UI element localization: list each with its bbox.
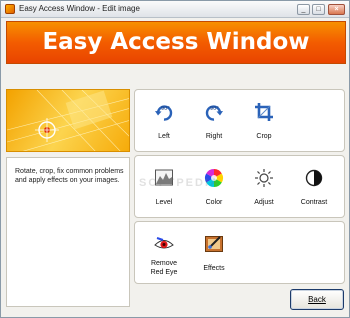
crop-icon (255, 103, 273, 121)
rotate-left-badge: 90° (161, 106, 170, 112)
edit-image-window: Easy Access Window - Edit image _ □ × Ea… (0, 0, 350, 318)
back-button[interactable]: Back (290, 289, 344, 310)
remove-red-eye-label-line1: Remove (150, 260, 178, 267)
effects-label: Effects (203, 265, 225, 272)
title-bar[interactable]: Easy Access Window - Edit image _ □ × (1, 1, 349, 18)
rotate-right-icon: 90° (205, 105, 223, 121)
window-title: Easy Access Window - Edit image (19, 4, 140, 13)
rotate-right-button[interactable]: 90° Right (191, 96, 237, 146)
maximize-button[interactable]: □ (312, 4, 325, 15)
rotate-right-badge: 90° (210, 106, 219, 112)
watermark-text: SOFTPEDIA (139, 177, 220, 189)
crop-label: Crop (256, 133, 272, 140)
contrast-button[interactable]: Contrast (291, 162, 337, 212)
level-label: Level (155, 199, 173, 206)
rotate-left-button[interactable]: 90° Left (141, 96, 187, 146)
effects-brush-icon (205, 236, 223, 252)
contrast-icon (305, 169, 323, 187)
minimize-button[interactable]: _ (297, 4, 310, 15)
banner-title: Easy Access Window (42, 29, 310, 55)
app-icon (5, 4, 15, 14)
remove-red-eye-button[interactable]: Remove Red Eye (141, 228, 187, 278)
adjust-button[interactable]: Adjust (241, 162, 287, 212)
remove-red-eye-label: Remove Red Eye (141, 259, 187, 277)
rotate-right-label: Right (205, 133, 223, 140)
transform-tools-group: 90° Left 90° Right Crop (134, 89, 345, 152)
close-button[interactable]: × (328, 4, 345, 15)
red-eye-icon (154, 237, 174, 249)
description-text: Rotate, crop, fix common problems and ap… (15, 168, 124, 184)
effects-button[interactable]: Effects (191, 228, 237, 278)
brightness-icon (255, 169, 273, 187)
photo-tools-illustration (7, 90, 129, 151)
rotate-left-label: Left (158, 133, 170, 140)
crop-button[interactable]: Crop (241, 96, 287, 146)
color-label: Color (205, 199, 223, 206)
header-banner: Easy Access Window (6, 21, 346, 64)
back-button-label: Back (308, 295, 326, 304)
contrast-label: Contrast (300, 199, 328, 206)
adjust-label: Adjust (254, 199, 274, 206)
description-panel: Rotate, crop, fix common problems and ap… (6, 157, 130, 307)
effects-tools-group: Remove Red Eye Effects (134, 221, 345, 284)
rotate-left-icon: 90° (155, 105, 173, 121)
remove-red-eye-label-line2: Red Eye (150, 269, 178, 276)
preview-image (6, 89, 130, 152)
